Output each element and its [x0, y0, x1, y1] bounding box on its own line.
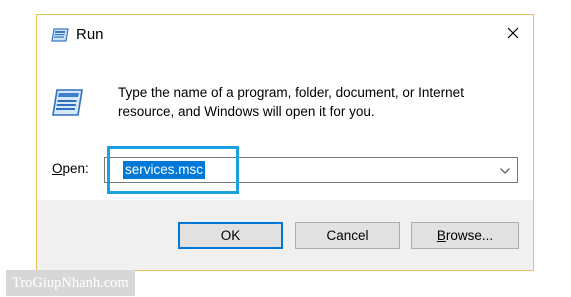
browse-label: rowse... [445, 228, 494, 243]
instruction-text: Type the name of a program, folder, docu… [118, 85, 464, 119]
watermark: TroGiupNhanh.com [6, 270, 135, 296]
dialog-body: Type the name of a program, folder, docu… [37, 55, 533, 200]
screenshot: Run Type the name of a program, folder, … [0, 0, 571, 297]
chevron-down-icon [500, 161, 510, 179]
window-title: Run [76, 26, 104, 43]
open-label-mnemonic: O [52, 161, 63, 176]
title-bar[interactable]: Run [37, 15, 533, 55]
dropdown-button[interactable] [493, 158, 517, 182]
open-combobox[interactable]: services.msc [104, 157, 518, 183]
run-dialog: Run Type the name of a program, folder, … [36, 14, 534, 271]
open-input-value: services.msc [123, 161, 206, 179]
close-icon [507, 26, 519, 44]
close-button[interactable] [493, 19, 533, 51]
cancel-button[interactable]: Cancel [295, 222, 400, 249]
browse-mnemonic: B [436, 228, 446, 243]
ok-button[interactable]: OK [178, 222, 283, 249]
open-label-text: pen: [62, 161, 89, 176]
browse-button[interactable]: Browse... [411, 222, 519, 249]
run-icon [50, 88, 84, 118]
open-label: Open: [52, 161, 89, 176]
run-icon [51, 28, 69, 42]
button-bar: OK Cancel Browse... [37, 200, 533, 270]
